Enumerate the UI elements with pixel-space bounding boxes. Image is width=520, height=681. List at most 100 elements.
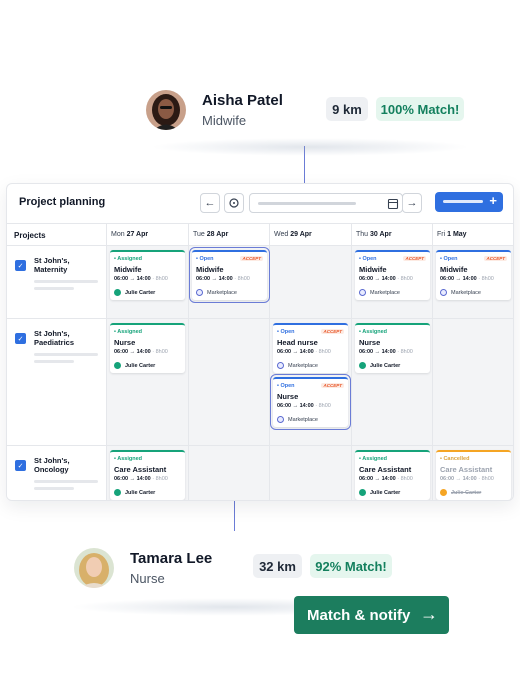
globe-icon <box>359 289 366 296</box>
project-name: St John's, Oncology <box>34 456 70 474</box>
add-button[interactable]: + <box>435 192 503 212</box>
project-row-paediatrics[interactable]: ✓ St John's, Paediatrics <box>7 319 107 446</box>
shift-time: 06:00 → 14:00 · 8h00 <box>440 476 494 482</box>
shift-source: Marketplace <box>440 289 481 296</box>
person-icon <box>114 362 121 369</box>
person-icon <box>114 489 121 496</box>
toolbar: Project planning ← → + <box>7 184 513 224</box>
shift-assignee: Julie Carter <box>114 362 155 369</box>
shift-role: Midwife <box>359 265 387 274</box>
shift-card[interactable]: • Open ACCEPT Midwife 06:00 → 14:00 · 8h… <box>436 250 511 300</box>
shift-time: 06:00 → 14:00 · 8h00 <box>359 476 413 482</box>
avatar <box>146 90 186 130</box>
next-button[interactable]: → <box>402 193 422 213</box>
shift-time: 06:00 → 14:00 · 8h00 <box>359 349 413 355</box>
shift-assignee: Julie Carter <box>359 489 400 496</box>
grid-cell <box>270 246 352 319</box>
today-button[interactable] <box>224 193 244 213</box>
shift-card[interactable]: • Open ACCEPT Head nurse 06:00 → 14:00 ·… <box>273 323 348 373</box>
status-badge: • Open <box>440 256 458 262</box>
shift-card[interactable]: • Assigned Nurse 06:00 → 14:00 · 8h00 Ju… <box>355 323 430 373</box>
shift-role: Nurse <box>277 392 299 401</box>
projects-header: Projects <box>7 224 107 246</box>
date-range-placeholder <box>258 202 356 205</box>
match-notify-label: Match & notify <box>307 606 411 624</box>
shift-time: 06:00 → 14:00 · 8h00 <box>277 349 331 355</box>
shift-card[interactable]: • Open ACCEPT Midwife 06:00 → 14:00 · 8h… <box>355 250 430 300</box>
globe-icon <box>277 362 284 369</box>
clock-icon <box>229 198 239 208</box>
shift-card[interactable]: • Assigned Care Assistant 06:00 → 14:00 … <box>110 450 185 500</box>
prev-button[interactable]: ← <box>200 193 220 213</box>
shift-time: 06:00 → 14:00 · 8h00 <box>196 276 250 282</box>
candidate-top-shadow <box>150 138 470 156</box>
project-name: St John's, Paediatrics <box>34 329 75 347</box>
match-badge: 92% Match! <box>310 554 392 578</box>
add-button-label-placeholder <box>443 200 483 203</box>
shift-role: Care Assistant <box>440 465 493 474</box>
project-meta-placeholder <box>34 287 74 290</box>
distance-badge: 32 km <box>253 554 302 578</box>
candidate-name: Aisha Patel <box>202 92 283 109</box>
date-range-input[interactable] <box>249 193 403 213</box>
shift-role: Head nurse <box>277 338 318 347</box>
shift-role: Midwife <box>440 265 468 274</box>
accept-badge: ACCEPT <box>403 256 426 261</box>
page-title: Project planning <box>19 196 106 208</box>
shift-role: Care Assistant <box>359 465 412 474</box>
shift-card[interactable]: • Assigned Nurse 06:00 → 14:00 · 8h00 Ju… <box>110 323 185 373</box>
arrow-right-icon: → <box>406 197 418 209</box>
shift-card[interactable]: • Assigned Midwife 06:00 → 14:00 · 8h00 … <box>110 250 185 300</box>
project-meta-placeholder <box>34 480 98 483</box>
status-badge: • Open <box>277 329 295 335</box>
grid-cell <box>189 446 270 500</box>
shift-assignee: Julie Carter <box>359 362 400 369</box>
shift-time: 06:00 → 14:00 · 8h00 <box>277 403 331 409</box>
person-icon <box>359 489 366 496</box>
day-header: Tue 28 Apr <box>189 224 270 246</box>
project-meta-placeholder <box>34 360 74 363</box>
person-icon <box>440 489 447 496</box>
status-badge: • Assigned <box>359 329 388 335</box>
project-row-oncology[interactable]: ✓ St John's, Oncology <box>7 446 107 500</box>
day-header: Wed 29 Apr <box>270 224 352 246</box>
shift-role: Nurse <box>359 338 381 347</box>
shift-assignee: Julie Carter <box>440 489 481 496</box>
status-badge: • Assigned <box>114 256 143 262</box>
shift-role: Care Assistant <box>114 465 167 474</box>
check-calendar-icon: ✓ <box>15 460 26 471</box>
accept-badge: ACCEPT <box>484 256 507 261</box>
shift-card[interactable]: • Assigned Care Assistant 06:00 → 14:00 … <box>355 450 430 500</box>
shift-source: Marketplace <box>277 362 318 369</box>
shift-time: 06:00 → 14:00 · 8h00 <box>114 276 168 282</box>
shift-role: Nurse <box>114 338 136 347</box>
globe-icon <box>277 416 284 423</box>
grid-cell <box>270 446 352 500</box>
day-header: Fri 1 May <box>433 224 513 246</box>
status-badge: • Open <box>277 383 295 389</box>
shift-card-highlighted[interactable]: • Open ACCEPT Nurse 06:00 → 14:00 · 8h00… <box>270 374 351 430</box>
shift-card-cancelled[interactable]: • Cancelled Care Assistant 06:00 → 14:00… <box>436 450 511 500</box>
shift-time: 06:00 → 14:00 · 8h00 <box>114 349 168 355</box>
project-meta-placeholder <box>34 487 74 490</box>
project-row-maternity[interactable]: ✓ St John's, Maternity <box>7 246 107 319</box>
project-name: St John's, Maternity <box>34 256 70 274</box>
accept-badge: ACCEPT <box>321 383 344 388</box>
project-meta-placeholder <box>34 280 98 283</box>
accept-badge: ACCEPT <box>321 329 344 334</box>
shift-assignee: Julie Carter <box>114 289 155 296</box>
person-icon <box>359 362 366 369</box>
shift-time: 06:00 → 14:00 · 8h00 <box>440 276 494 282</box>
globe-icon <box>440 289 447 296</box>
candidate-name: Tamara Lee <box>130 550 213 567</box>
shift-time: 06:00 → 14:00 · 8h00 <box>359 276 413 282</box>
shift-assignee: Julie Carter <box>114 489 155 496</box>
day-header: Thu 30 Apr <box>352 224 433 246</box>
shift-card-highlighted[interactable]: • Open ACCEPT Midwife 06:00 → 14:00 · 8h… <box>189 247 270 303</box>
shift-role: Midwife <box>196 265 224 274</box>
arrow-right-icon: → <box>420 604 438 624</box>
globe-icon <box>196 289 203 296</box>
match-notify-button[interactable]: Match & notify → <box>294 596 449 634</box>
calendar-icon <box>387 198 399 210</box>
accept-badge: ACCEPT <box>240 256 263 261</box>
